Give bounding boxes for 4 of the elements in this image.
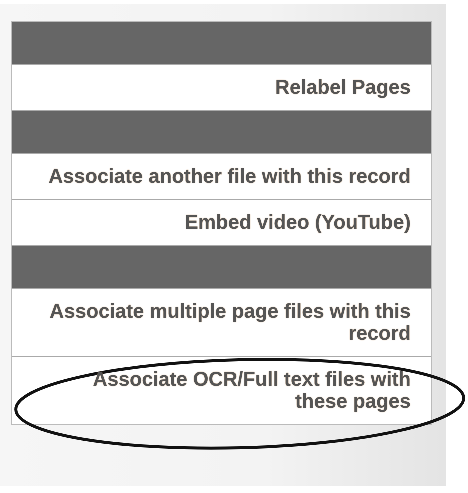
- menu-link[interactable]: Relabel Pages: [275, 77, 411, 99]
- menu-link[interactable]: Embed video (YouTube): [185, 212, 411, 234]
- menu-link[interactable]: Associate multiple page files with this record: [46, 301, 411, 345]
- menu-link[interactable]: Associate another file with this record: [48, 166, 411, 188]
